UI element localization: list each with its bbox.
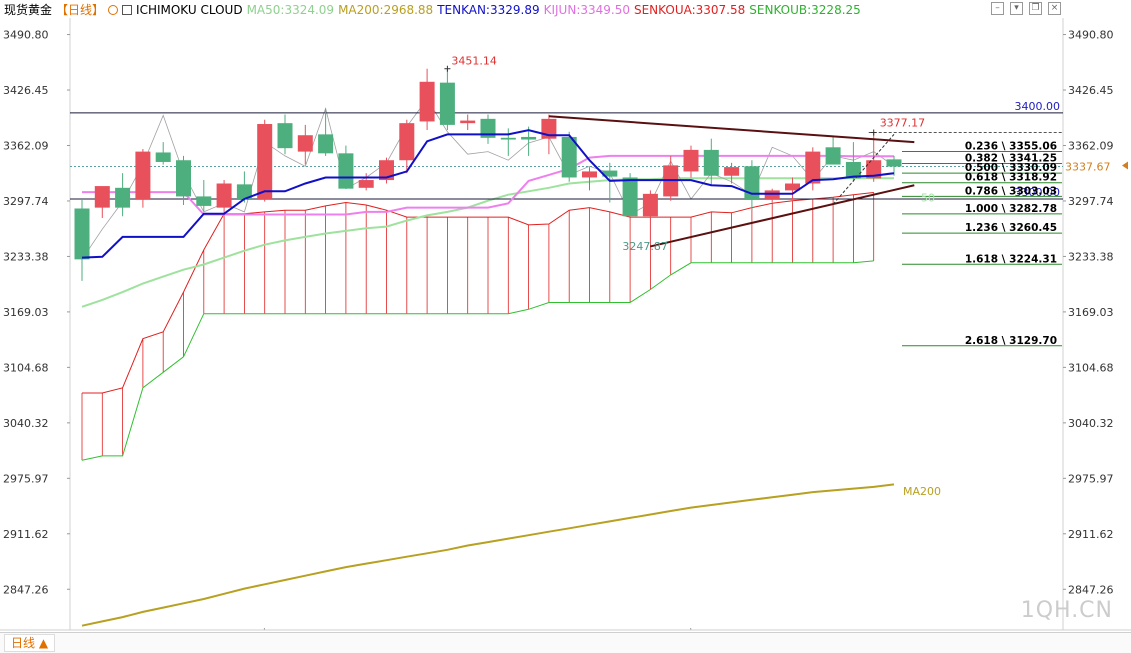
candle-body — [257, 124, 273, 200]
candle-body — [724, 167, 740, 176]
candle-body — [500, 137, 516, 140]
senkou-b-line — [81, 260, 874, 461]
y-tick-label-left: 3169.03 — [3, 306, 49, 319]
indicator-icon[interactable] — [122, 5, 133, 15]
last-high-label: 3377.17 — [880, 116, 926, 129]
candle-body — [439, 82, 455, 125]
candle-body — [115, 187, 131, 208]
y-tick-label-right: 2975.97 — [1068, 472, 1114, 485]
senkoua-value: SENKOUA:3307.58 — [633, 3, 746, 17]
indicator-name: ICHIMOKU CLOUD — [136, 3, 243, 17]
trendline — [548, 115, 915, 144]
ma200-tag-label: MA200 — [903, 485, 941, 498]
window-controls: – ▾ ❐ × — [991, 2, 1061, 15]
candle-body — [805, 151, 821, 184]
candle-body — [297, 135, 313, 152]
y-tick-label-left: 2911.62 — [3, 528, 49, 541]
candle-body — [419, 81, 435, 122]
tenkan-value: TENKAN:3329.89 — [437, 3, 540, 17]
price-chart[interactable]: 3490.80 3490.80 3426.45 3426.45 3362.09 3362.… — [0, 0, 1131, 652]
candle-body — [703, 149, 719, 176]
candle-body — [94, 186, 110, 208]
minimize-icon[interactable]: – — [991, 2, 1004, 15]
kijun-tag-label: 50 — [921, 191, 935, 204]
restore-icon[interactable]: ❐ — [1029, 2, 1042, 15]
fib-level-label: 0.618 \ 3318.92 — [965, 172, 1057, 184]
watermark: 1QH.CN — [1020, 598, 1113, 623]
y-tick-label-left: 3297.74 — [3, 195, 49, 208]
y-tick-label-left: 2847.26 — [3, 583, 49, 596]
y-tick-label-right: 3490.80 — [1068, 29, 1114, 42]
period-tab[interactable]: 日线 ▲ — [4, 634, 56, 652]
candle-body — [521, 136, 537, 140]
y-tick-label-right: 3104.68 — [1068, 361, 1114, 374]
low-price-label: 3247.87 — [622, 240, 668, 253]
y-tick-label-right: 2911.62 — [1068, 528, 1114, 541]
fib-level-label: 1.236 \ 3260.45 — [965, 222, 1057, 234]
settings-icon[interactable] — [108, 5, 119, 15]
y-tick-label-left: 3362.09 — [3, 139, 49, 152]
candle-body — [683, 149, 699, 172]
candle-body — [460, 120, 476, 124]
senkoub-value: SENKOUB:3228.25 — [749, 3, 861, 17]
chart-window: 3490.80 3490.80 3426.45 3426.45 3362.09 3362.… — [0, 0, 1131, 653]
y-tick-label-left: 3040.32 — [3, 417, 49, 430]
ma200-value: MA200:2968.88 — [338, 3, 434, 17]
candle-body — [277, 123, 293, 149]
candle-body — [399, 123, 415, 161]
y-tick-label-right: 3169.03 — [1068, 306, 1114, 319]
candle-body — [825, 147, 841, 165]
period-label[interactable]: 【日线】 — [56, 2, 104, 18]
fib-level-label: 2.618 \ 3129.70 — [965, 335, 1057, 347]
y-tick-label-left: 3233.38 — [3, 250, 49, 263]
y-tick-label-right: 2847.26 — [1068, 583, 1114, 596]
candle-body — [216, 183, 232, 208]
ichimoku-cloud — [81, 192, 875, 461]
instrument-title: 现货黄金 — [4, 3, 53, 17]
candle-body — [135, 151, 151, 200]
high-price-label: 3451.14 — [451, 55, 497, 68]
candle-body — [196, 196, 212, 206]
close-icon[interactable]: × — [1048, 2, 1061, 15]
y-tick-label-right: 3040.32 — [1068, 417, 1114, 430]
fib-level-label: 0.236 \ 3355.06 — [965, 141, 1057, 153]
y-tick-label-left: 3426.45 — [3, 84, 49, 97]
ma50-value: MA50:3324.09 — [246, 3, 335, 17]
chevron-down-icon[interactable]: ▾ — [1010, 2, 1023, 15]
chart-header: 现货黄金 【日线】 ICHIMOKU CLOUD MA50:3324.09 MA… — [4, 2, 865, 18]
y-tick-label-right: 3297.74 — [1068, 195, 1114, 208]
candle-body — [318, 134, 334, 154]
last-price-arrow-icon — [1122, 161, 1128, 170]
y-tick-label-right: 3362.09 — [1068, 139, 1114, 152]
y-tick-label-left: 2975.97 — [3, 472, 49, 485]
y-tick-label-left: 3490.80 — [3, 29, 49, 42]
fib-level-label: 1.000 \ 3282.78 — [965, 203, 1057, 215]
fib-level-label: 0.786 \ 3303.03 — [965, 185, 1057, 197]
candle-body — [358, 180, 374, 188]
candle-body — [338, 153, 354, 189]
y-tick-label-right: 3233.38 — [1068, 250, 1114, 263]
ma200-line — [81, 483, 895, 627]
candle-body — [74, 208, 90, 260]
candle-body — [642, 193, 658, 217]
y-tick-label-right: 3426.45 — [1068, 84, 1114, 97]
candle-body — [155, 152, 171, 162]
horizontal-level-label: 3400.00 — [1015, 100, 1061, 113]
bottom-bar: 日线 ▲ — [0, 632, 1131, 653]
last-price-label: 3337.67 — [1065, 161, 1111, 174]
y-tick-label-left: 3104.68 — [3, 361, 49, 374]
candle-body — [176, 160, 191, 197]
kijun-value: KIJUN:3349.50 — [543, 3, 630, 17]
candle-body — [622, 177, 638, 217]
candle-body — [886, 159, 902, 167]
candle-body — [582, 171, 597, 178]
fib-level-label: 1.618 \ 3224.31 — [965, 253, 1057, 265]
